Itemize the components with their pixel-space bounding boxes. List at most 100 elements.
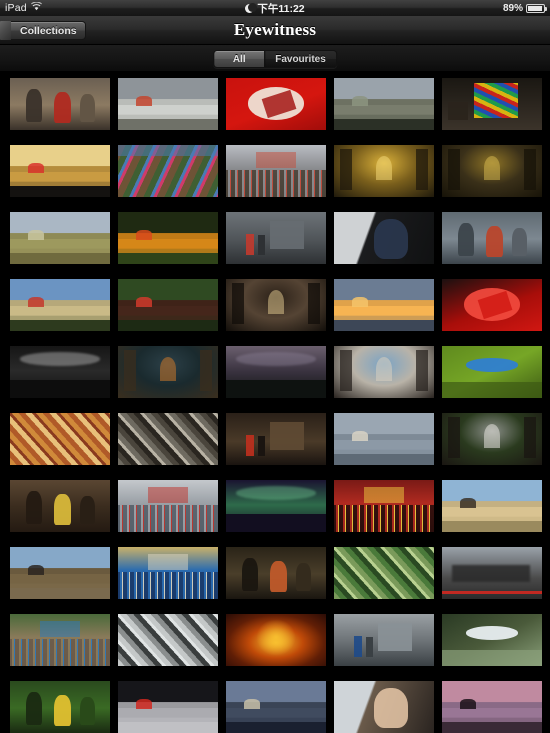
photo-thumbnail bbox=[10, 547, 110, 599]
tab-favourites[interactable]: Favourites bbox=[264, 51, 336, 67]
photo-workshop-market-stall[interactable] bbox=[118, 346, 218, 398]
photo-bird-splashing-water[interactable] bbox=[442, 614, 542, 666]
photo-dry-savanna-plain[interactable] bbox=[10, 212, 110, 264]
photo-dancers-costumes-green[interactable] bbox=[10, 681, 110, 733]
photo-thumbnail bbox=[226, 413, 326, 465]
photo-festival-red-robes-birds[interactable] bbox=[226, 413, 326, 465]
photo-smoke-ruins-gray[interactable] bbox=[118, 614, 218, 666]
photo-thumbnail bbox=[118, 78, 218, 130]
photo-grid-row bbox=[0, 72, 550, 139]
photo-ornate-gold-ceiling[interactable] bbox=[442, 145, 542, 197]
photo-thumbnail bbox=[10, 346, 110, 398]
photo-thumbnail bbox=[118, 212, 218, 264]
photo-thumbnail bbox=[334, 413, 434, 465]
photo-soldiers-raised-arms[interactable] bbox=[226, 547, 326, 599]
photo-thumbnail bbox=[118, 145, 218, 197]
photo-thumbnail bbox=[118, 681, 218, 733]
photo-sunset-pier-silhouettes[interactable] bbox=[334, 279, 434, 331]
photo-thumbnail bbox=[334, 212, 434, 264]
photo-cliff-mountain-valley[interactable] bbox=[334, 78, 434, 130]
photo-grid-row bbox=[0, 407, 550, 474]
photo-man-girl-embrace[interactable] bbox=[334, 681, 434, 733]
photo-boy-red-shirt-bench[interactable] bbox=[10, 78, 110, 130]
photo-family-cave-dwelling[interactable] bbox=[10, 480, 110, 532]
photo-thumbnail bbox=[442, 279, 542, 331]
photo-night-sky-galaxy-lake[interactable] bbox=[226, 346, 326, 398]
photo-thumbnail bbox=[442, 145, 542, 197]
photo-festival-crowd-aerial[interactable] bbox=[10, 614, 110, 666]
photo-thumbnail bbox=[334, 145, 434, 197]
photo-thumbnail bbox=[118, 346, 218, 398]
photo-cathedral-interior-nave[interactable] bbox=[226, 279, 326, 331]
segmented-control-filter[interactable]: All Favourites bbox=[213, 50, 337, 68]
carrier-label: iPad bbox=[5, 2, 27, 14]
photo-thumbnail bbox=[226, 614, 326, 666]
photo-thumbnail bbox=[442, 346, 542, 398]
photo-thumbnail bbox=[334, 614, 434, 666]
photo-thumbnail bbox=[334, 547, 434, 599]
photo-thumbnail bbox=[226, 78, 326, 130]
filter-toolbar: All Favourites bbox=[0, 45, 550, 72]
photo-thumbnail bbox=[226, 279, 326, 331]
photo-silhouettes-pink-sunset[interactable] bbox=[442, 681, 542, 733]
photo-thumbnail bbox=[226, 145, 326, 197]
photo-grid-row bbox=[0, 675, 550, 733]
photo-grid[interactable] bbox=[0, 72, 550, 733]
photo-explosion-people-running[interactable] bbox=[10, 547, 110, 599]
photo-man-leaping-rubble[interactable] bbox=[118, 78, 218, 130]
photo-crowd-outside-building[interactable] bbox=[226, 145, 326, 197]
photo-police-riot-shield[interactable] bbox=[10, 346, 110, 398]
photo-aerial-city-skyline[interactable] bbox=[442, 212, 542, 264]
photo-autumn-garden-cottage[interactable] bbox=[118, 212, 218, 264]
photo-rainbow-rock-formation[interactable] bbox=[10, 413, 110, 465]
photo-cathedral-steps-crowd[interactable] bbox=[118, 480, 218, 532]
photo-thumbnail bbox=[442, 78, 542, 130]
photo-blue-stage-crowd-performers[interactable] bbox=[118, 547, 218, 599]
photo-thumbnail bbox=[10, 78, 110, 130]
photo-man-suit-white-shirt[interactable] bbox=[334, 212, 434, 264]
photo-grid-row bbox=[0, 541, 550, 608]
photo-grid-row bbox=[0, 474, 550, 541]
photo-street-bus-stop-poster[interactable] bbox=[226, 212, 326, 264]
photo-thumbnail bbox=[118, 614, 218, 666]
photo-astronaut-moon-flag[interactable] bbox=[118, 681, 218, 733]
photo-red-background-parcel[interactable] bbox=[226, 78, 326, 130]
photo-tightrope-clock-tower[interactable] bbox=[10, 279, 110, 331]
photo-street-clash-two-men[interactable] bbox=[334, 614, 434, 666]
status-bar-left: iPad bbox=[0, 1, 165, 14]
photo-aerial-tulip-fields[interactable] bbox=[118, 145, 218, 197]
photo-fire-burning-effigy[interactable] bbox=[226, 614, 326, 666]
photo-raft-boat-open-sea[interactable] bbox=[334, 413, 434, 465]
photo-gold-interior-hall[interactable] bbox=[334, 145, 434, 197]
photo-thumbnail bbox=[118, 413, 218, 465]
photo-thumbnail bbox=[226, 681, 326, 733]
photo-blue-damselfly-macro[interactable] bbox=[442, 346, 542, 398]
photo-thumbnail bbox=[334, 346, 434, 398]
photo-race-car-crash-smoke[interactable] bbox=[442, 547, 542, 599]
photo-dusk-aerial-monument[interactable] bbox=[226, 681, 326, 733]
status-bar-right: 89% bbox=[385, 3, 550, 14]
photo-thumbnail bbox=[10, 681, 110, 733]
photo-landfill-waste-pickers[interactable] bbox=[118, 413, 218, 465]
battery-icon bbox=[526, 3, 547, 13]
photo-thumbnail bbox=[334, 279, 434, 331]
photo-thumbnail bbox=[334, 480, 434, 532]
photo-aerial-green-terraces[interactable] bbox=[334, 547, 434, 599]
photo-colorful-painting-gallery[interactable] bbox=[442, 78, 542, 130]
photo-piano-keyboard-jungle[interactable] bbox=[442, 413, 542, 465]
photo-surfer-golden-wave[interactable] bbox=[10, 145, 110, 197]
photo-thumbnail bbox=[10, 614, 110, 666]
photo-red-poppy-installation[interactable] bbox=[442, 279, 542, 331]
photo-thumbnail bbox=[10, 480, 110, 532]
tab-all[interactable]: All bbox=[214, 51, 265, 67]
battery-percent-label: 89% bbox=[502, 2, 523, 14]
photo-stadium-crowd-flags[interactable] bbox=[334, 480, 434, 532]
photo-flower-boat-lake-house[interactable] bbox=[118, 279, 218, 331]
photo-swimming-pool-statue[interactable] bbox=[334, 346, 434, 398]
do-not-disturb-moon-icon bbox=[245, 2, 257, 13]
photo-rider-horse-desert[interactable] bbox=[442, 480, 542, 532]
status-bar: iPad 下午11:22 89% bbox=[0, 0, 550, 16]
photo-thumbnail bbox=[334, 78, 434, 130]
photo-thumbnail bbox=[442, 547, 542, 599]
photo-olympic-ceremony-fireworks[interactable] bbox=[226, 480, 326, 532]
